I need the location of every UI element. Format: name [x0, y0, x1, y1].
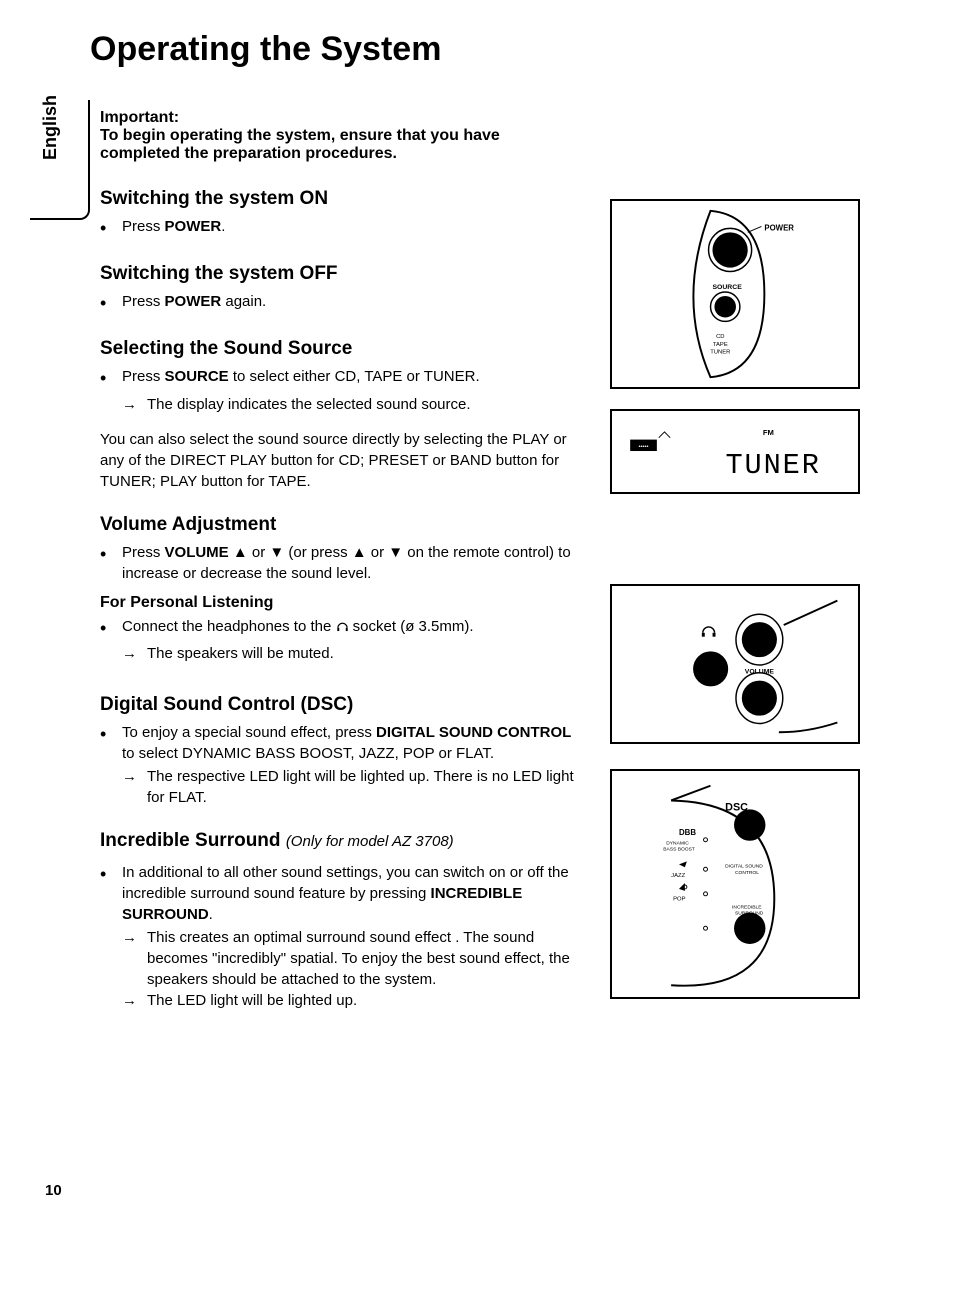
figure-power-source: POWER SOURCE CD TAPE TUNER — [610, 199, 860, 389]
headphone-icon — [336, 620, 349, 633]
arrow-text: This creates an optimal surround sound e… — [147, 927, 580, 990]
heading-switch-off: Switching the system OFF — [100, 263, 580, 285]
bullet-icon — [100, 366, 122, 391]
bullet-icon — [100, 542, 122, 584]
arrow-text: The LED light will be lighted up. — [147, 990, 580, 1011]
ctrl-label2: CONTROL — [735, 870, 759, 876]
is-label1: INCREDIBLE — [732, 905, 762, 911]
page-number: 10 — [45, 1182, 62, 1199]
figure-display: ••••• FM TUNER — [610, 409, 860, 494]
page-title: Operating the System — [90, 30, 894, 69]
dbb-sub: DYNAMIC — [666, 841, 689, 847]
bullet-icon — [100, 722, 122, 764]
heading-volume: Volume Adjustment — [100, 514, 580, 536]
bullet-text: Press VOLUME ▲ or ▼ (or press ▲ or ▼ on … — [122, 542, 580, 584]
bullet-text: Connect the headphones to the socket (ø … — [122, 616, 580, 641]
section-dsc: Digital Sound Control (DSC) To enjoy a s… — [100, 694, 580, 808]
figure-column: POWER SOURCE CD TAPE TUNER ••••• FM TUNE… — [610, 109, 860, 1033]
heading-surround: Incredible Surround (Only for model AZ 3… — [100, 830, 580, 852]
note-icon — [679, 861, 687, 867]
important-label: Important: — [100, 109, 580, 127]
note-icon — [679, 883, 685, 891]
bullet-icon — [100, 616, 122, 641]
source-label: SOURCE — [712, 284, 742, 291]
bullet-text: Press SOURCE to select either CD, TAPE o… — [122, 366, 580, 391]
bullet-icon — [100, 862, 122, 925]
dbb-label: DBB — [679, 828, 696, 837]
bullet-text: In additional to all other sound setting… — [122, 862, 580, 925]
power-label: POWER — [764, 223, 794, 232]
display-segment: TUNER — [725, 449, 820, 482]
source-list-tuner: TUNER — [710, 350, 730, 356]
figure-dsc: DSC DBB DYNAMIC BASS BOOST JAZZ DIGITAL … — [610, 769, 860, 999]
section-surround: Incredible Surround (Only for model AZ 3… — [100, 830, 580, 1011]
dbb-sub2: BASS BOOST — [663, 847, 695, 853]
heading-switch-on: Switching the system ON — [100, 188, 580, 210]
section-sound-source: Selecting the Sound Source Press SOURCE … — [100, 338, 580, 491]
volume-label: VOLUME — [745, 669, 775, 676]
arrow-icon — [122, 643, 147, 664]
section-switch-off: Switching the system OFF Press POWER aga… — [100, 263, 580, 316]
important-body: To begin operating the system, ensure th… — [100, 127, 580, 163]
bullet-text: To enjoy a special sound effect, press D… — [122, 722, 580, 764]
pop-label: POP — [673, 897, 685, 903]
fm-label: FM — [763, 428, 774, 437]
text-column: Important: To begin operating the system… — [90, 109, 580, 1033]
is-label2: SURROUND — [735, 910, 764, 916]
language-tab-label: English — [40, 95, 61, 160]
arrow-icon — [122, 990, 147, 1011]
arrow-text: The display indicates the selected sound… — [147, 394, 580, 415]
jazz-label: JAZZ — [671, 873, 685, 879]
arrow-icon — [122, 766, 147, 808]
arrow-text: The speakers will be muted. — [147, 643, 580, 664]
heading-dsc: Digital Sound Control (DSC) — [100, 694, 580, 716]
paragraph-sound-source: You can also select the sound source dir… — [100, 429, 580, 492]
heading-sound-source: Selecting the Sound Source — [100, 338, 580, 360]
ctrl-label1: DIGITAL SOUND — [725, 863, 763, 869]
display-badge: ••••• — [639, 444, 649, 450]
headphone-icon — [702, 627, 716, 637]
bullet-text: Press POWER again. — [122, 291, 580, 316]
figure-volume: VOLUME — [610, 584, 860, 744]
arrow-text: The respective LED light will be lighted… — [147, 766, 580, 808]
subheading-personal-listening: For Personal Listening — [100, 594, 580, 612]
important-note: Important: To begin operating the system… — [100, 109, 580, 163]
section-switch-on: Switching the system ON Press POWER. — [100, 188, 580, 241]
model-note: (Only for model AZ 3708) — [286, 833, 454, 850]
section-volume: Volume Adjustment Press VOLUME ▲ or ▼ (o… — [100, 514, 580, 664]
arrow-icon — [122, 394, 147, 415]
bullet-icon — [100, 291, 122, 316]
source-list-tape: TAPE — [713, 342, 728, 348]
bullet-icon — [100, 216, 122, 241]
bullet-text: Press POWER. — [122, 216, 580, 241]
arrow-icon — [122, 927, 147, 990]
source-list-cd: CD — [716, 334, 724, 340]
